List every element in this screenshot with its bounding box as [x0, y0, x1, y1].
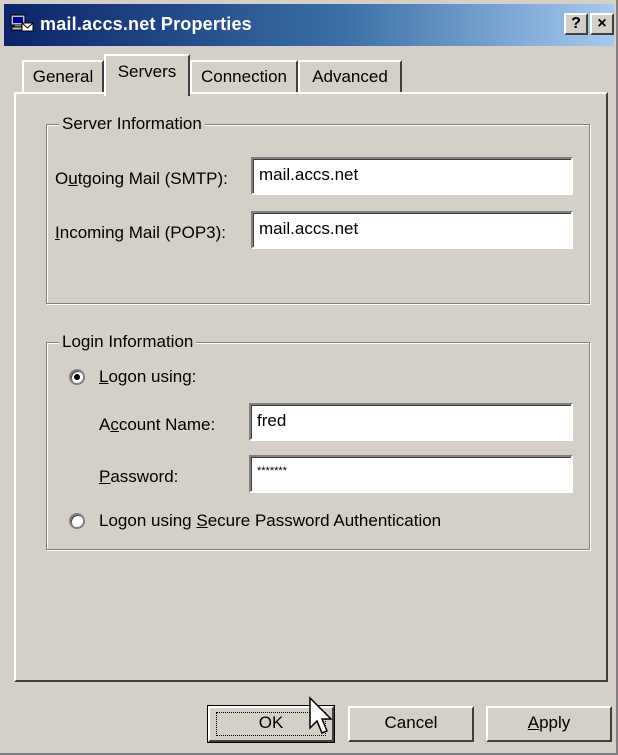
window-title: mail.accs.net Properties	[40, 14, 252, 34]
title-bar[interactable]: mail.accs.net Properties ? ×	[4, 4, 614, 46]
server-information-legend: Server Information	[59, 114, 205, 134]
server-information-group: Server Information Outgoing Mail (SMTP):…	[46, 114, 590, 304]
mail-account-icon	[10, 14, 34, 32]
password-label: Password:	[99, 467, 179, 486]
properties-dialog: mail.accs.net Properties ? × General Ser…	[0, 0, 618, 755]
login-information-legend: Login Information	[59, 332, 197, 352]
radio-selected-dot	[74, 374, 80, 380]
servers-tab-panel: Server Information Outgoing Mail (SMTP):…	[14, 92, 608, 682]
help-button[interactable]: ?	[564, 13, 588, 35]
tab-advanced[interactable]: Advanced	[298, 60, 402, 94]
tab-general[interactable]: General	[22, 60, 104, 94]
mouse-pointer-icon	[309, 696, 333, 734]
apply-button[interactable]: Apply	[486, 706, 612, 742]
logon-using-radio[interactable]	[69, 369, 85, 385]
tab-connection[interactable]: Connection	[190, 60, 298, 94]
incoming-mail-label: Incoming Mail (POP3):	[55, 223, 227, 242]
spa-label[interactable]: Logon using Secure Password Authenticati…	[99, 511, 441, 531]
incoming-mail-input[interactable]: mail.accs.net	[251, 211, 573, 249]
account-name-input[interactable]: fred	[249, 403, 573, 441]
logon-using-label[interactable]: Logon using:	[99, 367, 196, 387]
tab-servers[interactable]: Servers	[104, 54, 190, 96]
outgoing-mail-label: Outgoing Mail (SMTP):	[55, 169, 228, 188]
login-information-group: Login Information Logon using: Account N…	[46, 332, 590, 550]
close-button[interactable]: ×	[590, 13, 614, 35]
password-input[interactable]: *******	[249, 455, 573, 493]
cancel-button[interactable]: Cancel	[348, 706, 474, 742]
outgoing-mail-input[interactable]: mail.accs.net	[251, 157, 573, 195]
account-name-label: Account Name:	[99, 415, 216, 434]
spa-radio[interactable]	[69, 513, 85, 529]
